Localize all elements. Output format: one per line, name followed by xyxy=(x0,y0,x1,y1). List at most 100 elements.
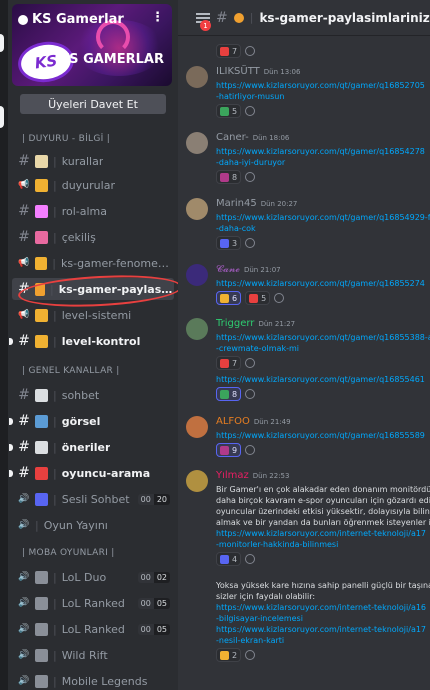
reaction-count: 8 xyxy=(232,172,238,182)
channel-text-11[interactable]: # | oyuncu-arama xyxy=(9,462,174,484)
current-users: 00 xyxy=(137,623,154,635)
more-options-icon[interactable]: ⋮ xyxy=(151,10,164,25)
message-link[interactable]: https://www.kizlarsoruyor.com/qt/gamer/q… xyxy=(216,146,430,157)
channel-name: Wild Rift xyxy=(61,648,108,662)
hash-icon: # xyxy=(216,9,228,26)
channel-voice-14[interactable]: 🔊 | LoL Duo 00 02 xyxy=(12,566,174,588)
add-reaction-icon[interactable] xyxy=(245,650,256,660)
reaction-button[interactable]: 4 xyxy=(216,552,242,566)
add-reaction-icon[interactable] xyxy=(245,172,256,182)
hash-icon: # xyxy=(18,413,30,429)
reaction-count: 7 xyxy=(232,46,238,56)
separator: | xyxy=(53,178,57,192)
separator: | xyxy=(53,334,57,348)
channel-voice-16[interactable]: 🔊 | LoL Ranked 00 05 xyxy=(12,618,174,640)
reaction-button[interactable]: 8 xyxy=(216,387,242,401)
avatar[interactable] xyxy=(186,264,208,286)
hash-icon: # xyxy=(18,465,30,481)
server-banner[interactable]: KS Gamerlar ⋮ KS KS GAMERLAR xyxy=(12,4,172,86)
channel-text-9[interactable]: # | görsel xyxy=(9,410,174,432)
message-link[interactable]: https://www.kizlarsoruyor.com/qt/gamer/q… xyxy=(216,212,430,223)
unread-indicator xyxy=(9,443,13,451)
channel-text-10[interactable]: # | öneriler xyxy=(9,436,174,458)
megaphone-icon: 📢 xyxy=(18,180,30,190)
message-link[interactable]: -bilgisayar-incelemesi xyxy=(216,613,430,624)
channel-text-0[interactable]: # | kurallar xyxy=(12,150,174,172)
channel-text-7[interactable]: # | level-kontrol xyxy=(9,330,174,352)
message-timestamp: Dün 22:53 xyxy=(252,472,290,480)
add-reaction-icon[interactable] xyxy=(245,389,256,399)
category-genel[interactable]: | GENEL KANALLAR | xyxy=(22,366,120,376)
add-reaction-icon[interactable] xyxy=(274,293,285,303)
message-link[interactable]: https://www.kizlarsoruyor.com/qt/gamer/q… xyxy=(216,430,430,441)
add-reaction-icon[interactable] xyxy=(245,445,256,455)
channel-text-6[interactable]: 📢 | level-sistemi xyxy=(12,304,174,326)
avatar[interactable] xyxy=(186,318,208,340)
message-link[interactable]: https://www.kizlarsoruyor.com/qt/gamer/q… xyxy=(216,278,430,289)
message-timestamp: Dün 18:06 xyxy=(252,134,290,142)
message-link[interactable]: -monitorler-hakkinda-bilinmesi xyxy=(216,539,430,550)
message-link[interactable]: -hatirliyor-musun xyxy=(216,91,430,102)
channel-voice-18[interactable]: 🔊 | Mobile Legends xyxy=(12,670,174,690)
category-duyuru[interactable]: | DUYURU - BİLGİ | xyxy=(22,134,110,144)
message-author[interactable]: Yılmaz Dün 22:53 xyxy=(216,470,289,481)
avatar[interactable] xyxy=(186,470,208,492)
channel-text-1[interactable]: 📢 | duyurular xyxy=(12,174,174,196)
message-author[interactable]: Marin45 Dün 20:27 xyxy=(216,198,297,209)
add-reaction-icon[interactable] xyxy=(245,358,256,368)
gamepad-icon xyxy=(35,596,48,610)
avatar[interactable] xyxy=(186,132,208,154)
banner-tag: KS GAMERLAR xyxy=(59,52,164,67)
message-link[interactable]: https://www.kizlarsoruyor.com/qt/gamer/q… xyxy=(216,374,430,385)
channel-voice-12[interactable]: 🔊 | Sesli Sohbet 00 20 xyxy=(12,488,174,510)
speaker-icon: 🔊 xyxy=(18,624,30,634)
channel-voice-15[interactable]: 🔊 | LoL Ranked 00 05 xyxy=(12,592,174,614)
channel-text-3[interactable]: # | çekiliş xyxy=(12,226,174,248)
category-moba[interactable]: | MOBA OYUNLARI | xyxy=(22,548,115,558)
add-reaction-icon[interactable] xyxy=(245,238,256,248)
message-link[interactable]: https://www.kizlarsoruyor.com/qt/gamer/q… xyxy=(216,80,430,91)
reaction-button[interactable]: 5 xyxy=(245,291,271,305)
message-link[interactable]: -nesil-ekran-karti xyxy=(216,635,430,646)
message-link[interactable]: https://www.kizlarsoruyor.com/internet-t… xyxy=(216,602,430,613)
reaction-button[interactable]: 3 xyxy=(216,236,242,250)
reaction-button[interactable]: 9 xyxy=(216,443,242,457)
message-author[interactable]: Caner- Dün 18:06 xyxy=(216,132,289,143)
reaction-button[interactable]: 7 xyxy=(216,44,242,58)
add-reaction-icon[interactable] xyxy=(245,554,256,564)
reaction-button[interactable]: 5 xyxy=(216,104,242,118)
avatar[interactable] xyxy=(186,66,208,88)
message-author[interactable]: Triggerr Dün 21:27 xyxy=(216,318,295,329)
channel-voice-17[interactable]: 🔊 | Wild Rift xyxy=(12,644,174,666)
channel-text-2[interactable]: # | rol-alma xyxy=(12,200,174,222)
invite-members-button[interactable]: Üyeleri Davet Et xyxy=(20,94,166,114)
hash-icon: # xyxy=(18,203,30,219)
channel-text-8[interactable]: # | sohbet xyxy=(12,384,174,406)
message-author[interactable]: 𝓒𝓪𝓷𝓮 Dün 21:07 xyxy=(216,264,281,275)
channel-text-4[interactable]: 📢 | ks-gamer-fenomenlik xyxy=(12,252,174,274)
channel-text-5[interactable]: # | ks-gamer-paylasimlar... xyxy=(12,278,174,300)
message-link[interactable]: -daha-cok xyxy=(216,223,430,234)
separator: | xyxy=(53,308,57,322)
add-reaction-icon[interactable] xyxy=(245,106,256,116)
message-author[interactable]: ILIKSÜTT Dün 13:06 xyxy=(216,66,300,77)
message-link[interactable]: -daha-iyi-duruyor xyxy=(216,157,430,168)
message-link[interactable]: https://www.kizlarsoruyor.com/qt/gamer/q… xyxy=(216,332,430,343)
add-reaction-icon[interactable] xyxy=(245,46,256,56)
message-link[interactable]: https://www.kizlarsoruyor.com/internet-t… xyxy=(216,624,430,635)
lock-icon xyxy=(35,308,48,322)
reaction-button[interactable]: 8 xyxy=(216,170,242,184)
message-link[interactable]: -crewmate-olmak-mi xyxy=(216,343,430,354)
channel-voice-13[interactable]: 🔊 | Oyun Yayını xyxy=(12,514,174,536)
avatar[interactable] xyxy=(186,198,208,220)
current-users: 00 xyxy=(137,597,154,609)
reaction-emoji-icon xyxy=(220,650,229,660)
reaction-button[interactable]: 6 xyxy=(216,291,242,305)
server-name[interactable]: KS Gamerlar xyxy=(18,12,124,27)
settings-icon xyxy=(18,14,28,25)
message-link[interactable]: https://www.kizlarsoruyor.com/internet-t… xyxy=(216,528,430,539)
reaction-button[interactable]: 7 xyxy=(216,356,242,370)
message-author[interactable]: ALFOO Dün 21:49 xyxy=(216,416,291,427)
avatar[interactable] xyxy=(186,416,208,438)
reaction-button[interactable]: 2 xyxy=(216,648,242,662)
